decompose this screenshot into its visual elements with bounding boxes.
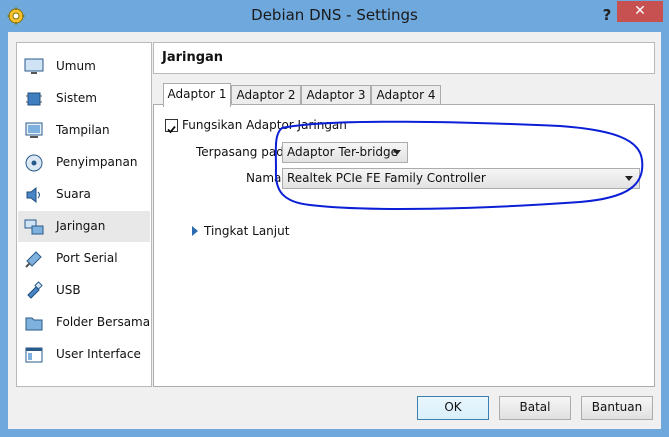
sidebar-item-usb[interactable]: USB: [18, 275, 150, 306]
dialog-body: Umum Sistem Tampilan Penyimpanan Suara J…: [8, 32, 661, 429]
adapter-name-select[interactable]: Realtek PCIe FE Family Controller: [282, 168, 640, 189]
settings-window: Debian DNS - Settings ? ✕ Umum Sistem Ta…: [0, 0, 669, 437]
title-bar: Debian DNS - Settings ? ✕: [0, 0, 669, 32]
sidebar-item-label: Sistem: [56, 91, 97, 105]
attached-to-value: Adaptor Ter-bridge: [287, 145, 399, 159]
folder-icon: [25, 317, 43, 331]
checkmark-icon: [167, 125, 176, 134]
sidebar-item-label: User Interface: [56, 347, 141, 361]
sidebar-item-tampilan[interactable]: Tampilan: [18, 115, 150, 146]
enable-adapter-label[interactable]: Fungsikan Adaptor Jaringan: [182, 118, 347, 132]
sidebar-item-port-serial[interactable]: Port Serial: [18, 243, 150, 274]
chevron-down-icon: [393, 150, 401, 155]
window-icon: [25, 347, 43, 363]
sidebar-item-umum[interactable]: Umum: [18, 51, 150, 82]
advanced-expander[interactable]: Tingkat Lanjut: [192, 224, 289, 238]
sidebar-item-label: Suara: [56, 187, 91, 201]
window-title: Debian DNS - Settings: [251, 6, 418, 24]
cancel-button[interactable]: Batal: [499, 396, 571, 420]
page-header: Jaringan: [153, 42, 655, 74]
tab-adaptor-2[interactable]: Adaptor 2: [231, 85, 301, 106]
advanced-label: Tingkat Lanjut: [204, 224, 290, 238]
sidebar-item-label: Tampilan: [56, 123, 110, 137]
usb-icon: [27, 281, 43, 299]
enable-adapter-checkbox[interactable]: [165, 119, 178, 134]
sidebar-item-label: Port Serial: [56, 251, 118, 265]
chip-icon: [26, 92, 42, 106]
sidebar-item-sistem[interactable]: Sistem: [18, 83, 150, 114]
adapter-panel: Fungsikan Adaptor Jaringan Terpasang pad…: [153, 104, 655, 387]
sidebar-item-label: Jaringan: [56, 219, 106, 233]
sidebar-item-label: Penyimpanan: [56, 155, 138, 169]
sidebar-item-user-interface[interactable]: User Interface: [18, 339, 150, 370]
sidebar-item-penyimpanan[interactable]: Penyimpanan: [18, 147, 150, 178]
help-title-button[interactable]: ?: [596, 4, 618, 26]
serial-port-icon: [25, 251, 42, 268]
sidebar-item-label: Umum: [56, 59, 96, 73]
sidebar-item-jaringan[interactable]: Jaringan: [18, 211, 150, 242]
disk-icon: [25, 154, 43, 172]
network-icon: [24, 219, 44, 235]
adapter-name-value: Realtek PCIe FE Family Controller: [287, 171, 486, 185]
ok-button[interactable]: OK: [417, 396, 489, 420]
attached-to-select[interactable]: Adaptor Ter-bridge: [282, 142, 408, 163]
tab-adaptor-4[interactable]: Adaptor 4: [371, 85, 441, 106]
page-title: Jaringan: [162, 50, 224, 65]
monitor-icon: [24, 58, 44, 74]
tab-adaptor-1[interactable]: Adaptor 1: [163, 83, 231, 107]
help-button[interactable]: Bantuan: [581, 396, 653, 420]
chevron-down-icon: [625, 176, 633, 181]
settings-sidebar: Umum Sistem Tampilan Penyimpanan Suara J…: [16, 42, 152, 387]
speaker-icon: [26, 186, 40, 204]
tab-adaptor-3[interactable]: Adaptor 3: [301, 85, 371, 106]
sidebar-item-suara[interactable]: Suara: [18, 179, 150, 210]
display-icon: [25, 122, 43, 138]
sidebar-item-folder-bersama[interactable]: Folder Bersama: [18, 307, 150, 338]
attached-to-label: Terpasang pada:: [196, 145, 296, 159]
adapter-name-label: Nama:: [246, 171, 286, 185]
expand-arrow-icon: [192, 226, 198, 236]
close-button[interactable]: ✕: [617, 1, 663, 22]
sidebar-item-label: Folder Bersama: [56, 315, 151, 329]
sidebar-item-label: USB: [56, 283, 81, 297]
